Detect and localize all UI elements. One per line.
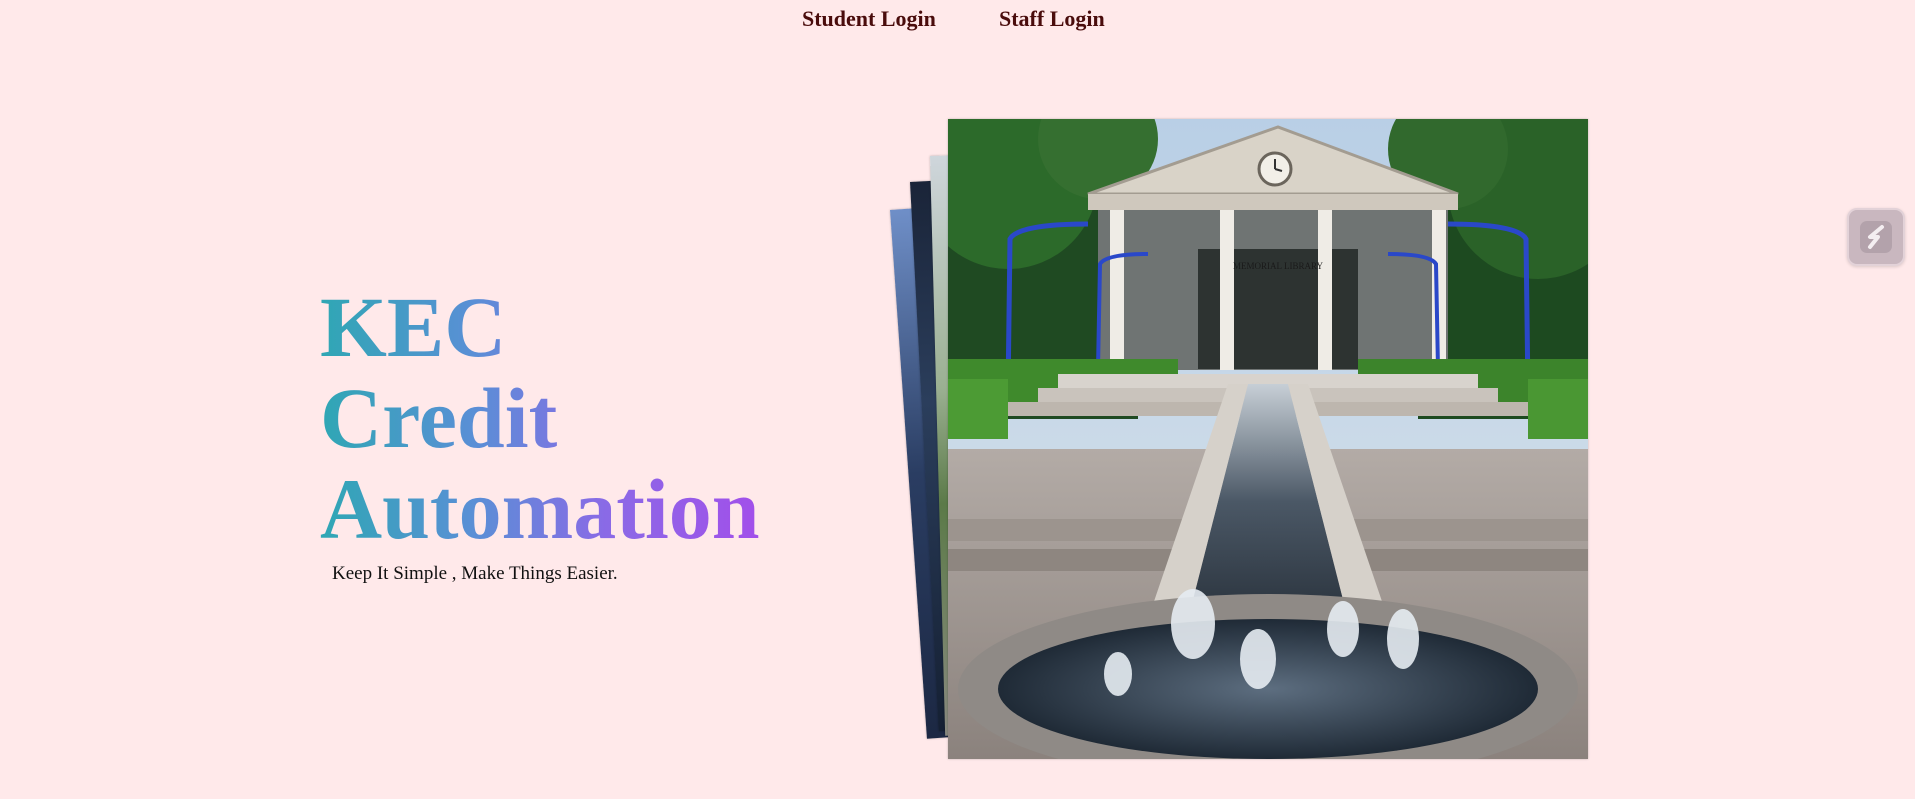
page: Student Login Staff Login KEC Credit Aut… (0, 0, 1915, 799)
top-nav: Student Login Staff Login (0, 6, 1915, 36)
hero-tagline: Keep It Simple , Make Things Easier. (332, 563, 618, 584)
slash-widget-icon (1860, 221, 1892, 253)
staff-login-link[interactable]: Staff Login (999, 6, 1105, 32)
photo-stack: MEMORIAL LIBRARY (870, 110, 1590, 770)
hero-title-line-credit: Credit (320, 370, 558, 466)
hero-title: KEC Credit Automation (320, 282, 760, 555)
library-signboard: MEMORIAL LIBRARY (1233, 261, 1323, 271)
hero-title-line-kec: KEC (320, 279, 507, 375)
hero-title-line-automation: Automation (320, 461, 760, 557)
student-login-link[interactable]: Student Login (802, 6, 936, 32)
floating-widget-button[interactable] (1847, 208, 1905, 266)
library-photo: MEMORIAL LIBRARY (948, 119, 1588, 759)
